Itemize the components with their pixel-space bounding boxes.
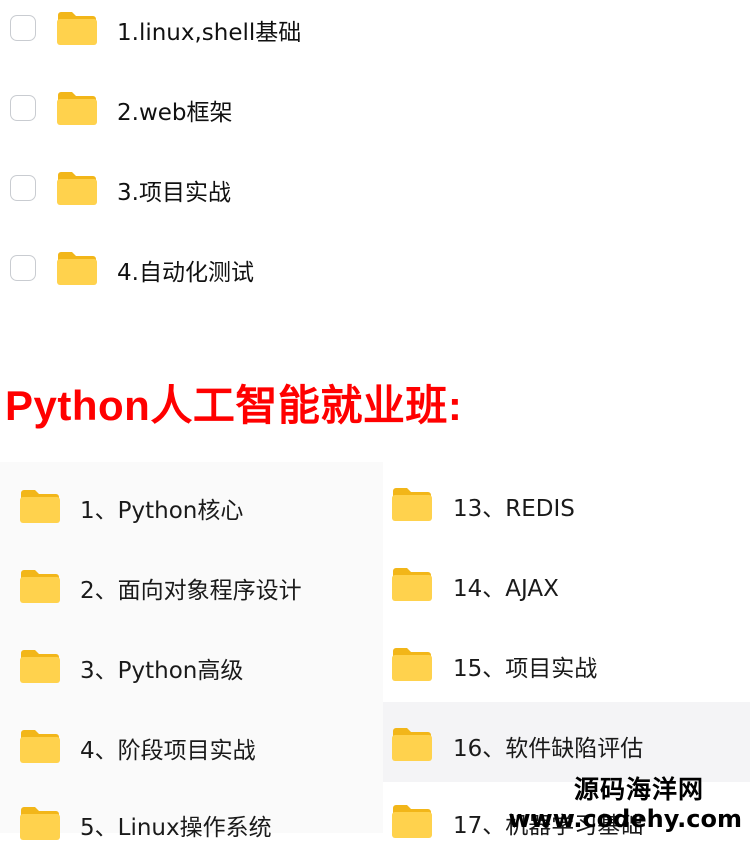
folder-icon bbox=[56, 170, 98, 206]
folder-icon[interactable] bbox=[391, 566, 433, 602]
checkbox[interactable] bbox=[10, 15, 36, 41]
folder-icon bbox=[56, 90, 98, 126]
folder-label[interactable]: 5、Linux操作系统 bbox=[80, 808, 272, 842]
folder-label[interactable]: 1、Python核心 bbox=[80, 491, 243, 525]
folder-icon[interactable] bbox=[19, 648, 61, 684]
watermark-title: 源码海洋网 bbox=[573, 775, 704, 804]
folder-icon[interactable] bbox=[391, 803, 433, 839]
checkbox[interactable] bbox=[10, 175, 36, 201]
top-folder-row[interactable]: 3.项目实战 bbox=[0, 148, 750, 228]
folder-icon[interactable] bbox=[19, 568, 61, 604]
folder-label[interactable]: 16、软件缺陷评估 bbox=[453, 729, 643, 763]
checkbox[interactable] bbox=[10, 95, 36, 121]
folder-icon bbox=[56, 10, 98, 46]
top-folder-row[interactable]: 1.linux,shell基础 bbox=[0, 0, 750, 68]
section-heading: Python人工智能就业班: bbox=[5, 382, 463, 429]
checkbox[interactable] bbox=[10, 255, 36, 281]
watermark-url: www.codehy.com bbox=[508, 805, 742, 833]
folder-icon[interactable] bbox=[19, 488, 61, 524]
folder-label[interactable]: 13、REDIS bbox=[453, 489, 575, 523]
top-folder-row[interactable]: 2.web框架 bbox=[0, 68, 750, 148]
folder-label[interactable]: 14、AJAX bbox=[453, 569, 559, 603]
folder-icon[interactable] bbox=[391, 726, 433, 762]
folder-label[interactable]: 4、阶段项目实战 bbox=[80, 731, 256, 765]
folder-icon[interactable] bbox=[19, 728, 61, 764]
folder-label: 3.项目实战 bbox=[117, 180, 231, 206]
top-folder-row[interactable]: 4.自动化测试 bbox=[0, 228, 750, 308]
folder-icon[interactable] bbox=[391, 486, 433, 522]
watermark: 源码海洋网 www.codehy.com bbox=[508, 775, 742, 833]
folder-label[interactable]: 15、项目实战 bbox=[453, 649, 597, 683]
folder-label[interactable]: 2、面向对象程序设计 bbox=[80, 571, 302, 605]
folder-label: 2.web框架 bbox=[117, 100, 233, 126]
folder-icon[interactable] bbox=[19, 805, 61, 841]
folder-label: 4.自动化测试 bbox=[117, 260, 254, 286]
folder-icon bbox=[56, 250, 98, 286]
folder-label[interactable]: 3、Python高级 bbox=[80, 651, 243, 685]
folder-label: 1.linux,shell基础 bbox=[117, 20, 302, 46]
folder-icon[interactable] bbox=[391, 646, 433, 682]
